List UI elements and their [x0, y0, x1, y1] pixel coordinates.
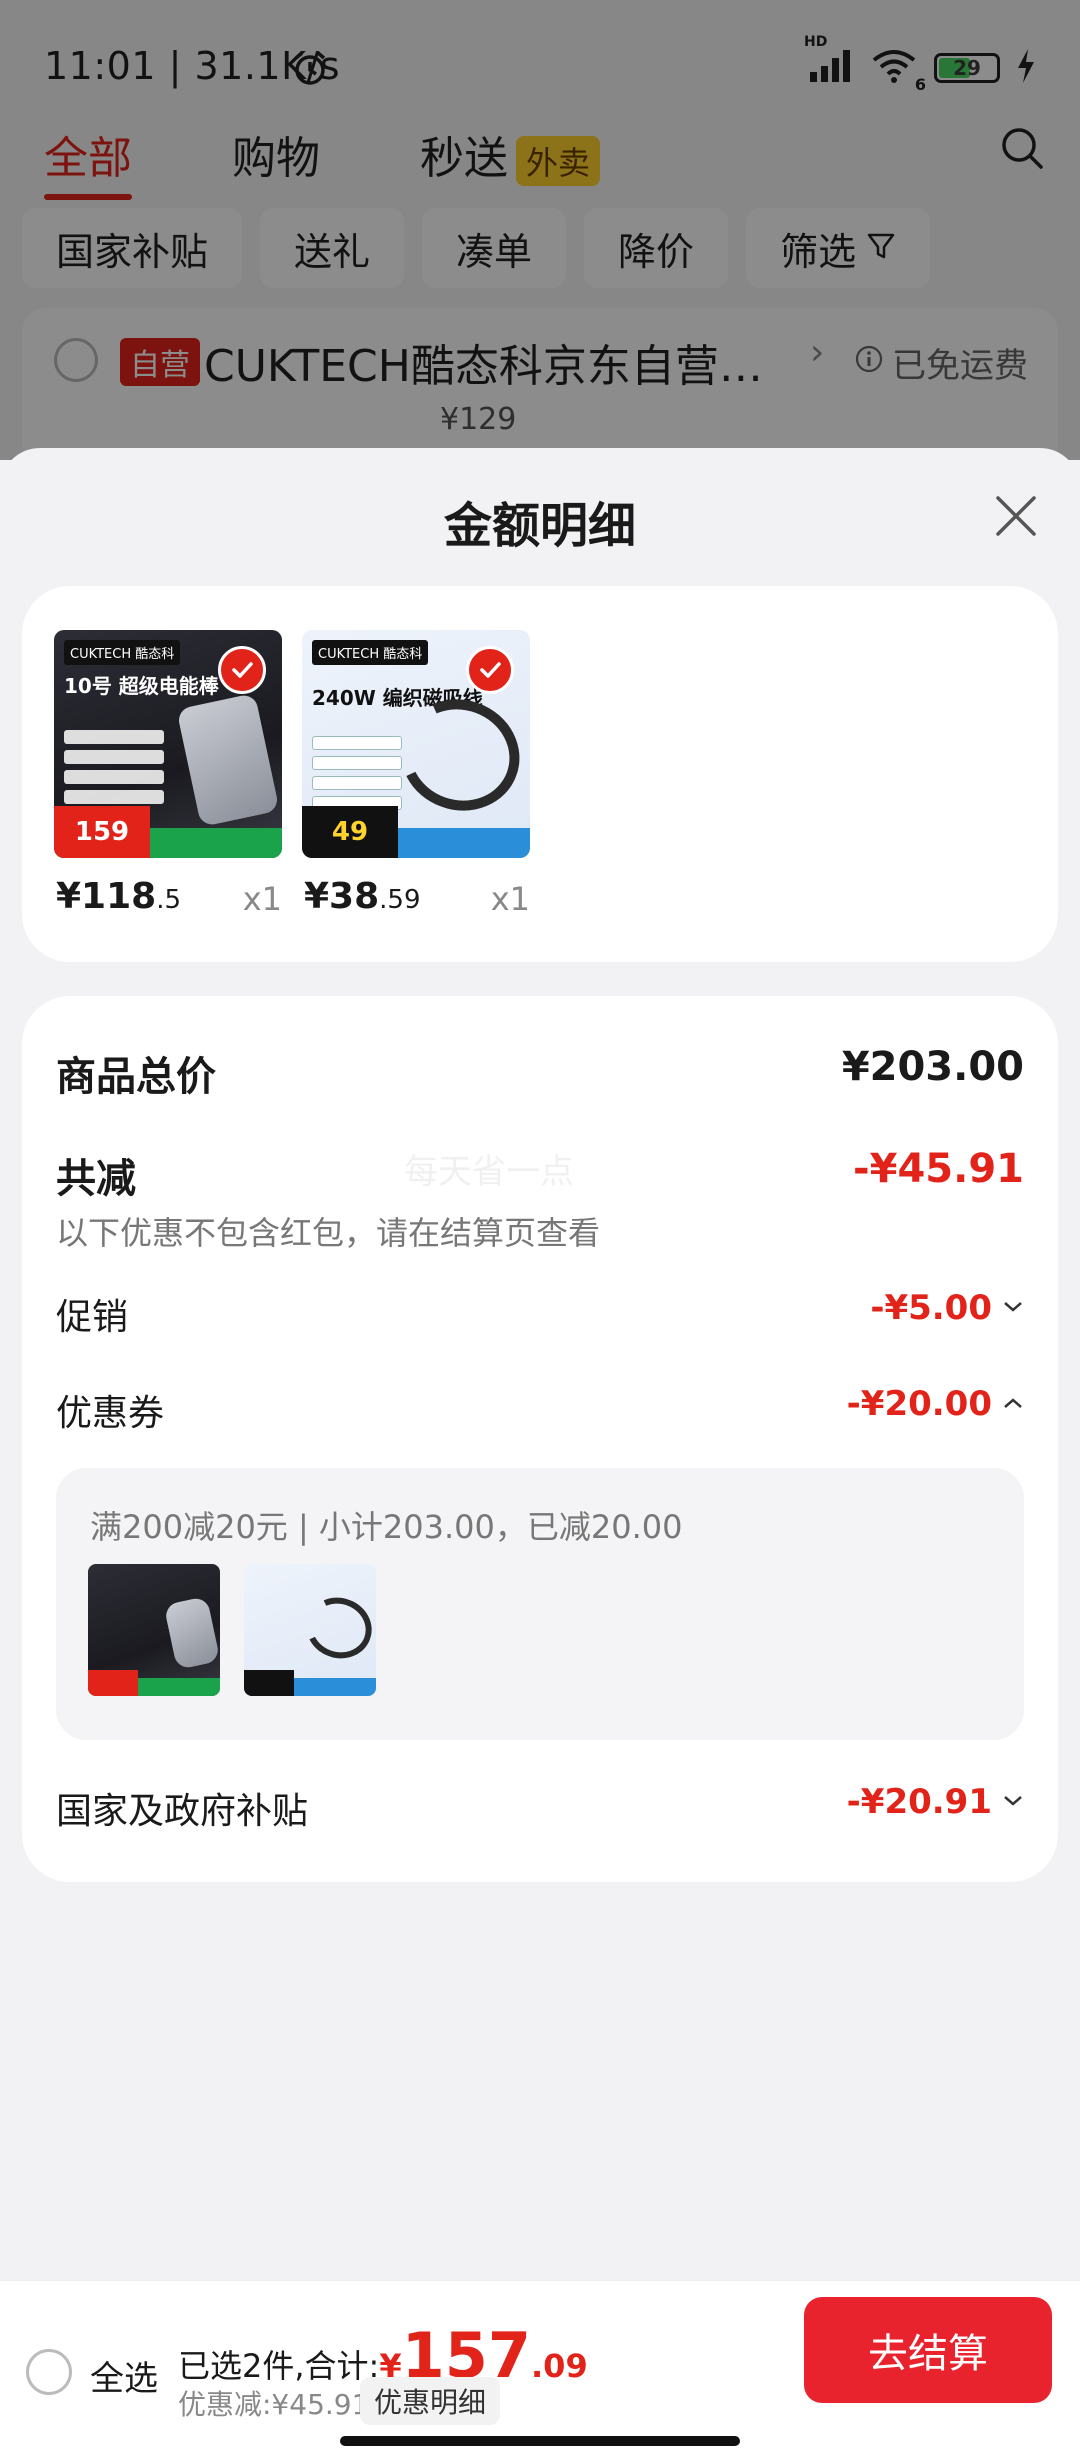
total-value: ¥203.00 [841, 1044, 1024, 1090]
dim-overlay[interactable] [0, 0, 1080, 460]
promo-row[interactable]: 促销 -¥5.00 [56, 1288, 1024, 1340]
checkout-button[interactable]: 去结算 [804, 2297, 1052, 2403]
subsidy-value-wrap: -¥20.91 [847, 1782, 1024, 1822]
selected-products-card: CUKTECH 酷态科 10号 超级电能棒 159 ¥118.5 x1 CUKT… [22, 586, 1058, 962]
coupon-value: -¥20.00 [846, 1384, 992, 1424]
sheet-title: 金额明细 [443, 498, 636, 554]
chevron-down-icon [1002, 1793, 1024, 1812]
coupon-detail-text: 满200减20元 | 小计203.00，已减20.00 [90, 1508, 683, 1546]
reduce-row: 共减 -¥45.91 [56, 1146, 1024, 1202]
product-brand: CUKTECH 酷态科 [312, 640, 429, 665]
product-price-int: ¥38 [304, 876, 380, 917]
product-price-int: ¥118 [56, 876, 157, 917]
product-brand: CUKTECH 酷态科 [64, 640, 181, 665]
product-item[interactable]: CUKTECH 酷态科 240W 编织磁吸线 49 ¥38.59 x1 [302, 630, 530, 922]
coupon-label: 优惠券 [56, 1393, 165, 1434]
discount-detail-button[interactable]: 优惠明细 [360, 2377, 501, 2425]
promo-value-wrap: -¥5.00 [870, 1288, 1024, 1328]
coupon-detail-box: 满200减20元 | 小计203.00，已减20.00 [56, 1468, 1024, 1740]
coupon-row[interactable]: 优惠券 -¥20.00 [56, 1384, 1024, 1436]
check-icon [466, 646, 514, 694]
discount-summary: 优惠减:¥45.91 [178, 2388, 370, 2421]
total-dec: .09 [531, 2347, 588, 2385]
product-tag-price: 159 [54, 806, 150, 858]
battery-level: 29 [953, 56, 981, 80]
home-indicator[interactable] [340, 2436, 740, 2446]
checkout-bar: 全选 已选2件,合计:¥157.09 优惠减:¥45.91 优惠明细 去结算 [0, 2280, 1080, 2460]
product-item[interactable]: CUKTECH 酷态科 10号 超级电能棒 159 ¥118.5 x1 [54, 630, 282, 922]
summary-prefix: 已选2件,合计: [178, 2347, 380, 2385]
product-tag-price: 49 [302, 806, 398, 858]
subsidy-value: -¥20.91 [846, 1782, 992, 1822]
product-price: ¥38.59 [304, 876, 421, 917]
coupon-value-wrap: -¥20.00 [847, 1384, 1024, 1424]
product-qty: x1 [242, 880, 282, 918]
amount-detail-sheet: 金额明细 CUKTECH 酷态科 10号 超级电能棒 159 ¥118.5 x1… [0, 448, 1080, 2460]
close-icon[interactable] [986, 486, 1046, 546]
reduce-note: 以下优惠不包含红包，请在结算页查看 [56, 1214, 601, 1252]
price-breakdown-card: 商品总价 ¥203.00 每天省一点 共减 -¥45.91 以下优惠不包含红包，… [22, 996, 1058, 1882]
product-image: CUKTECH 酷态科 10号 超级电能棒 159 [54, 630, 282, 858]
chevron-down-icon [1002, 1299, 1024, 1318]
product-qty: x1 [490, 880, 530, 918]
total-label: 商品总价 [56, 1054, 216, 1100]
total-row: 商品总价 ¥203.00 [56, 1044, 1024, 1100]
product-price: ¥118.5 [56, 876, 181, 917]
reduce-label: 共减 [56, 1156, 136, 1202]
chevron-up-icon [1002, 1395, 1024, 1414]
reduce-value: -¥45.91 [853, 1146, 1024, 1192]
promo-label: 促销 [56, 1297, 129, 1338]
product-price-dec: .59 [379, 885, 421, 915]
check-icon [218, 646, 266, 694]
product-image: CUKTECH 酷态科 240W 编织磁吸线 49 [302, 630, 530, 858]
product-price-dec: .5 [156, 885, 182, 915]
subsidy-row[interactable]: 国家及政府补贴 -¥20.91 [56, 1782, 1024, 1834]
subsidy-label: 国家及政府补贴 [56, 1791, 309, 1832]
select-all-radio[interactable] [26, 2349, 72, 2395]
promo-value: -¥5.00 [870, 1288, 992, 1328]
product-headline: 10号 超级电能棒 [64, 674, 219, 698]
select-all-label[interactable]: 全选 [90, 2351, 158, 2400]
coupon-product-thumb [88, 1564, 220, 1696]
coupon-product-thumb [244, 1564, 376, 1696]
